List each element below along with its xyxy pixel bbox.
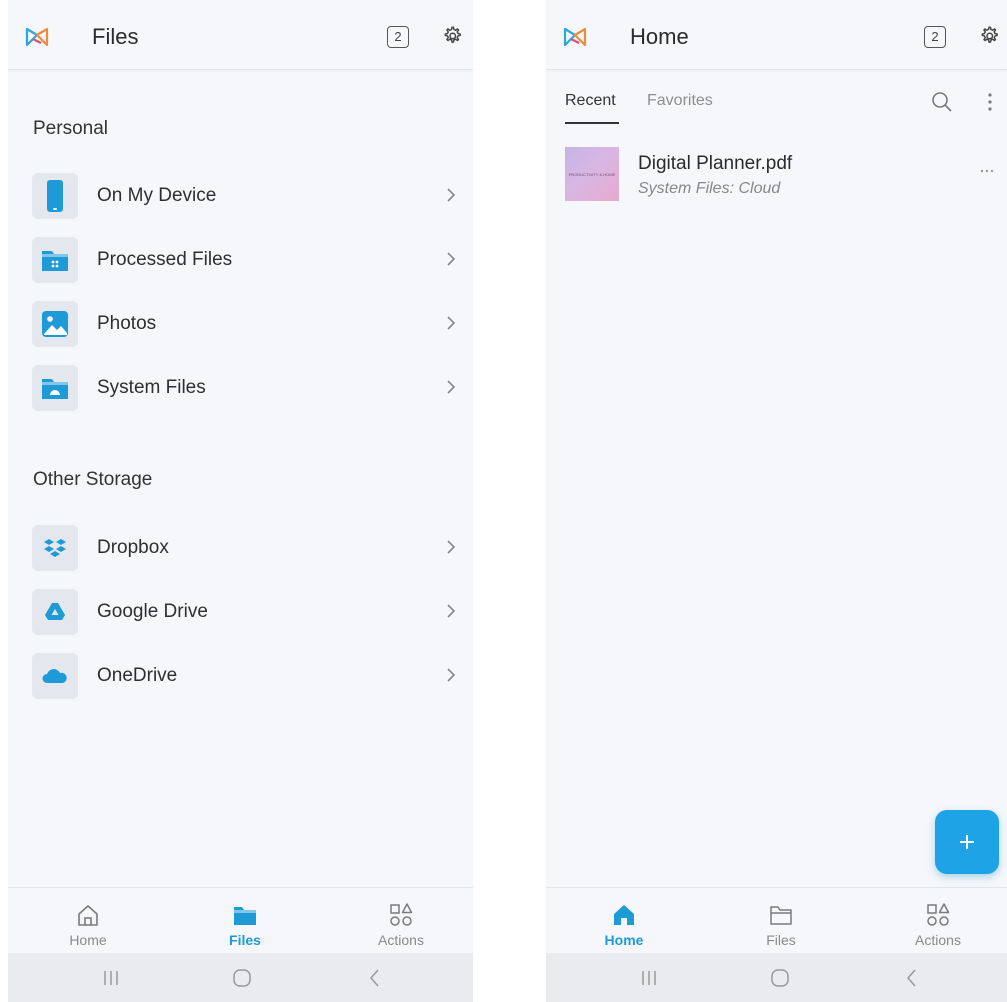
recents-icon[interactable]: [96, 963, 126, 993]
onedrive-icon: [42, 669, 67, 683]
system-nav-bar: [8, 953, 473, 1002]
add-button[interactable]: [935, 810, 999, 874]
chevron-right-icon: [447, 668, 456, 682]
more-horizontal-icon[interactable]: [979, 168, 995, 174]
page-title: Home: [630, 24, 689, 49]
back-icon[interactable]: [897, 963, 927, 993]
chevron-right-icon: [447, 252, 456, 266]
chevron-right-icon: [447, 540, 456, 554]
storage-item-on-my-device[interactable]: On My Device: [8, 164, 473, 228]
section-title-personal: Personal: [33, 118, 108, 139]
dropbox-icon: [44, 539, 66, 557]
more-vertical-icon[interactable]: [984, 90, 996, 114]
google-drive-icon: [45, 603, 65, 620]
nav-actions-label: Actions: [915, 932, 961, 948]
system-folder-icon: [42, 379, 68, 399]
nav-files-label: Files: [229, 932, 261, 948]
bottom-nav: Home Files Actions: [8, 887, 473, 953]
file-list-item[interactable]: PRODUCTIVITY & HOME Digital Planner.pdf …: [546, 138, 1007, 210]
chevron-right-icon: [447, 604, 456, 618]
storage-item-processed-files[interactable]: Processed Files: [8, 228, 473, 292]
storage-item-label: On My Device: [97, 185, 217, 206]
nav-actions[interactable]: Actions: [341, 888, 461, 954]
tab-count-badge[interactable]: 2: [924, 26, 946, 48]
app-logo-icon[interactable]: [562, 24, 588, 50]
home-icon: [614, 905, 634, 925]
file-thumbnail-text: PRODUCTIVITY & HOME: [568, 171, 616, 177]
gear-icon[interactable]: [978, 25, 1000, 47]
bottom-nav: Home Files Actions: [546, 887, 1007, 953]
storage-item-label: Dropbox: [97, 537, 169, 558]
chevron-right-icon: [447, 380, 456, 394]
photos-icon: [42, 311, 68, 337]
nav-files[interactable]: Files: [185, 888, 305, 954]
phone-icon: [47, 180, 63, 212]
tabs-bar: Recent Favorites: [546, 70, 1007, 128]
file-thumbnail: PRODUCTIVITY & HOME: [565, 147, 619, 201]
app-logo-icon[interactable]: [24, 24, 50, 50]
tab-favorites[interactable]: Favorites: [647, 92, 713, 110]
storage-item-label: Google Drive: [97, 601, 208, 622]
home-icon: [78, 905, 98, 926]
storage-item-label: Processed Files: [97, 249, 233, 270]
back-icon[interactable]: [360, 963, 390, 993]
folder-icon: [770, 906, 792, 925]
gear-icon[interactable]: [441, 25, 463, 47]
nav-actions[interactable]: Actions: [878, 888, 998, 954]
section-title-other-storage: Other Storage: [33, 469, 153, 490]
search-icon[interactable]: [930, 90, 954, 114]
home-circle-icon[interactable]: [227, 963, 257, 993]
tab-recent[interactable]: Recent: [565, 92, 616, 110]
chevron-right-icon: [447, 316, 456, 330]
storage-item-onedrive[interactable]: OneDrive: [8, 644, 473, 708]
home-screen: Home 2 Recent Favorites PRODUCTIVITY & H…: [546, 0, 1007, 1002]
storage-item-label: OneDrive: [97, 665, 178, 686]
processed-folder-icon: [42, 251, 68, 271]
nav-home-label: Home: [604, 932, 644, 948]
home-circle-icon[interactable]: [765, 963, 795, 993]
file-name: Digital Planner.pdf: [638, 153, 793, 174]
chevron-right-icon: [447, 188, 456, 202]
storage-item-label: Photos: [97, 313, 157, 334]
files-screen: Files 2 Personal On My Device Processed: [8, 0, 473, 1002]
actions-icon: [390, 903, 413, 926]
nav-files[interactable]: Files: [721, 888, 841, 954]
nav-home[interactable]: Home: [28, 888, 148, 954]
storage-item-label: System Files: [97, 377, 206, 398]
file-location: System Files: Cloud: [638, 180, 781, 197]
storage-item-system-files[interactable]: System Files: [8, 356, 473, 420]
nav-actions-label: Actions: [378, 932, 424, 948]
folder-icon: [234, 907, 256, 925]
active-tab-indicator: [565, 122, 619, 124]
system-nav-bar: [546, 953, 1007, 1002]
app-header: Files 2: [8, 0, 473, 70]
nav-home[interactable]: Home: [564, 888, 684, 954]
nav-home-label: Home: [69, 932, 107, 948]
storage-item-dropbox[interactable]: Dropbox: [8, 516, 473, 580]
actions-icon: [927, 903, 950, 926]
app-header: Home 2: [546, 0, 1007, 70]
storage-item-photos[interactable]: Photos: [8, 292, 473, 356]
recents-icon[interactable]: [634, 963, 664, 993]
page-title: Files: [92, 24, 139, 49]
storage-item-google-drive[interactable]: Google Drive: [8, 580, 473, 644]
plus-icon: [960, 835, 974, 849]
nav-files-label: Files: [766, 932, 796, 948]
tab-count-badge[interactable]: 2: [387, 26, 409, 48]
